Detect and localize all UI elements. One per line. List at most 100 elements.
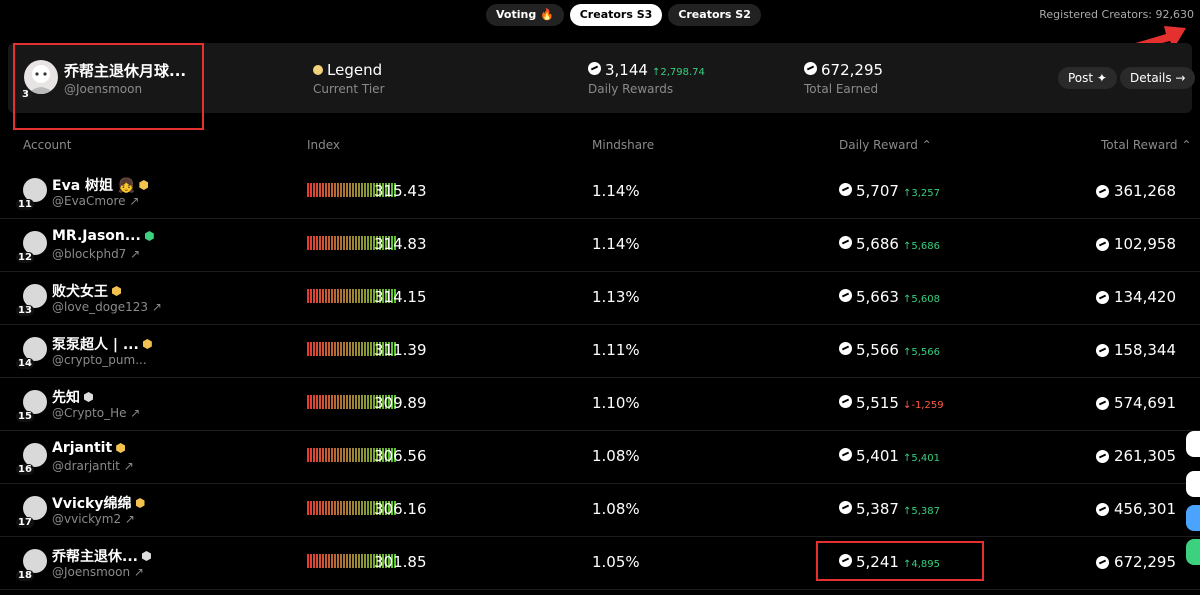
coin-icon bbox=[839, 501, 852, 514]
details-button[interactable]: Details → bbox=[1120, 67, 1196, 89]
col-mindshare: Mindshare bbox=[592, 138, 655, 152]
chat-icon[interactable] bbox=[1186, 539, 1200, 565]
coin-icon bbox=[839, 448, 852, 461]
assistant-icon[interactable] bbox=[1186, 471, 1200, 497]
total-reward-value: 158,344 bbox=[1113, 341, 1176, 359]
table-row[interactable]: 17 Vvicky绵绵 @vvickym2 ↗ 306.16 1.08% 5,3… bbox=[0, 484, 1200, 537]
mindshare-value: 1.05% bbox=[592, 553, 640, 571]
tier-badge-icon bbox=[139, 180, 149, 190]
tier-badge-icon bbox=[144, 231, 154, 241]
coin-icon bbox=[1095, 184, 1109, 198]
tier-value: Legend bbox=[327, 61, 383, 79]
coin-icon bbox=[588, 62, 601, 75]
creator-name: Arjantit bbox=[52, 440, 113, 456]
mindshare-value: 1.10% bbox=[592, 394, 640, 412]
daily-reward-value: 5,707 bbox=[856, 182, 899, 200]
rank-badge: 11 bbox=[16, 199, 34, 210]
post-button[interactable]: Post ✦ bbox=[1058, 67, 1117, 89]
table-row[interactable]: 11 Eva 树姐 👧 @EvaCmore ↗ 315.43 1.14% 5,7… bbox=[0, 166, 1200, 219]
registered-creators-count: Registered Creators: 92,630 bbox=[1039, 8, 1194, 21]
tier-badge-icon bbox=[116, 443, 126, 453]
daily-reward-change: ↑5,608 bbox=[902, 294, 940, 305]
index-value: 306.16 bbox=[374, 500, 427, 518]
daily-reward-change: ↑5,387 bbox=[902, 506, 940, 517]
daily-reward-change: ↑5,686 bbox=[902, 241, 940, 252]
translate-icon[interactable] bbox=[1186, 431, 1200, 457]
coin-icon bbox=[1095, 237, 1109, 251]
col-index: Index bbox=[307, 138, 341, 152]
tier-badge-icon bbox=[141, 551, 151, 561]
rank-badge: 14 bbox=[16, 358, 34, 369]
tier-badge-icon bbox=[84, 392, 93, 402]
index-value: 314.15 bbox=[374, 288, 427, 306]
mindshare-value: 1.08% bbox=[592, 500, 640, 518]
creator-handle[interactable]: @crypto_pum... bbox=[52, 353, 147, 367]
rank-badge: 13 bbox=[16, 305, 34, 316]
daily-reward-change: ↑5,566 bbox=[902, 347, 940, 358]
table-row[interactable]: 13 败犬女王 @love_doge123 ↗ 314.15 1.13% 5,6… bbox=[0, 272, 1200, 325]
mindshare-value: 1.14% bbox=[592, 235, 640, 253]
creator-name: Eva 树姐 👧 bbox=[52, 178, 136, 194]
total-reward-value: 672,295 bbox=[1113, 553, 1176, 571]
table-row[interactable]: 12 MR.Jason... @blockphd7 ↗ 314.83 1.14%… bbox=[0, 219, 1200, 272]
table-row[interactable]: 14 泵泵超人 | ... @crypto_pum... 311.39 1.11… bbox=[0, 325, 1200, 378]
coin-icon bbox=[839, 236, 852, 249]
total-reward-value: 102,958 bbox=[1113, 235, 1176, 253]
creator-name: MR.Jason... bbox=[52, 228, 141, 244]
mindshare-value: 1.08% bbox=[592, 447, 640, 465]
tier-badge-icon bbox=[135, 498, 145, 508]
daily-rewards-change: ↑2,798.74 bbox=[651, 67, 705, 78]
mindshare-value: 1.13% bbox=[592, 288, 640, 306]
total-reward-value: 261,305 bbox=[1113, 447, 1176, 465]
daily-reward-value: 5,663 bbox=[856, 288, 899, 306]
tier-badge-icon bbox=[142, 339, 152, 349]
annotation-box bbox=[13, 43, 204, 130]
table-header: Account Index Mindshare Daily Reward ⌃ T… bbox=[0, 138, 1200, 154]
mindshare-value: 1.14% bbox=[592, 182, 640, 200]
creator-name: Vvicky绵绵 bbox=[52, 496, 132, 512]
table-row[interactable]: 18 乔帮主退休... @Joensmoon ↗ 301.85 1.05% 5,… bbox=[0, 537, 1200, 590]
coin-icon bbox=[1095, 555, 1109, 569]
extension-icon[interactable] bbox=[1186, 505, 1200, 531]
tier-badge-icon bbox=[112, 286, 121, 296]
season-tabs: Voting 🔥 Creators S3 Creators S2 bbox=[486, 4, 761, 26]
coin-icon bbox=[839, 289, 852, 302]
creator-handle[interactable]: @Crypto_He ↗ bbox=[52, 406, 140, 420]
col-total-reward[interactable]: Total Reward ⌃ bbox=[1101, 138, 1191, 152]
coin-icon bbox=[804, 62, 817, 75]
daily-reward-value: 5,566 bbox=[856, 341, 899, 359]
creator-handle[interactable]: @EvaCmore ↗ bbox=[52, 194, 139, 208]
tab-voting[interactable]: Voting 🔥 bbox=[486, 4, 564, 26]
creator-name: 败犬女王 bbox=[52, 284, 108, 300]
creator-handle[interactable]: @blockphd7 ↗ bbox=[52, 247, 140, 261]
annotation-box bbox=[816, 541, 984, 581]
daily-reward-change: ↓-1,259 bbox=[902, 400, 944, 411]
creator-name: 泵泵超人 | ... bbox=[52, 337, 139, 353]
creator-handle[interactable]: @drarjantit ↗ bbox=[52, 459, 134, 473]
creator-handle[interactable]: @love_doge123 ↗ bbox=[52, 300, 162, 314]
daily-rewards-value: 3,144 bbox=[605, 61, 648, 79]
creator-handle[interactable]: @vvickym2 ↗ bbox=[52, 512, 135, 526]
creator-handle[interactable]: @Joensmoon ↗ bbox=[52, 565, 144, 579]
creator-name: 乔帮主退休... bbox=[52, 549, 138, 565]
table-row[interactable]: 16 Arjantit @drarjantit ↗ 306.56 1.08% 5… bbox=[0, 431, 1200, 484]
daily-reward-value: 5,387 bbox=[856, 500, 899, 518]
total-reward-value: 456,301 bbox=[1113, 500, 1176, 518]
total-reward-value: 574,691 bbox=[1113, 394, 1176, 412]
total-earned-value: 672,295 bbox=[821, 61, 884, 79]
col-account: Account bbox=[23, 138, 72, 152]
rank-badge: 15 bbox=[16, 411, 34, 422]
total-earned-label: Total Earned bbox=[804, 82, 879, 96]
table-row[interactable]: 15 先知 @Crypto_He ↗ 309.89 1.10% 5,515 ↓-1… bbox=[0, 378, 1200, 431]
rank-badge: 18 bbox=[16, 570, 34, 581]
coin-icon bbox=[1095, 343, 1109, 357]
total-reward-value: 134,420 bbox=[1113, 288, 1176, 306]
coin-icon bbox=[1095, 502, 1109, 516]
index-value: 309.89 bbox=[374, 394, 427, 412]
index-value: 315.43 bbox=[374, 182, 427, 200]
tab-creators-s3[interactable]: Creators S3 bbox=[569, 4, 663, 26]
index-value: 311.39 bbox=[374, 341, 427, 359]
tab-creators-s2[interactable]: Creators S2 bbox=[668, 4, 761, 26]
daily-reward-value: 5,515 bbox=[856, 394, 899, 412]
col-daily-reward[interactable]: Daily Reward ⌃ bbox=[839, 138, 932, 152]
